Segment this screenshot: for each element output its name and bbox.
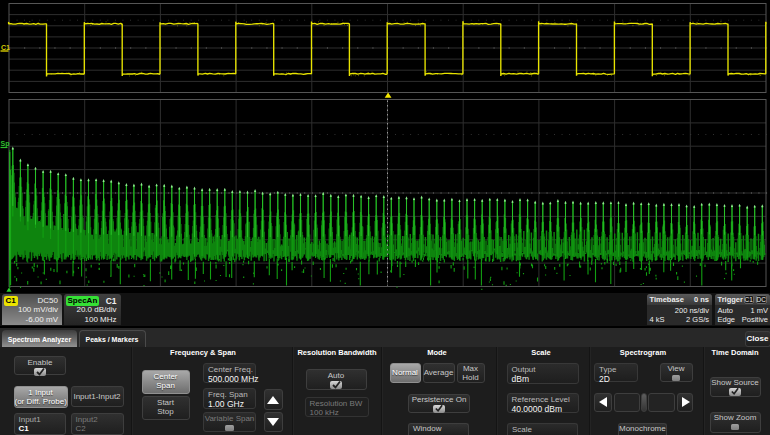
- svg-text:Sp: Sp: [1, 140, 10, 148]
- svg-text:C1: C1: [1, 44, 10, 51]
